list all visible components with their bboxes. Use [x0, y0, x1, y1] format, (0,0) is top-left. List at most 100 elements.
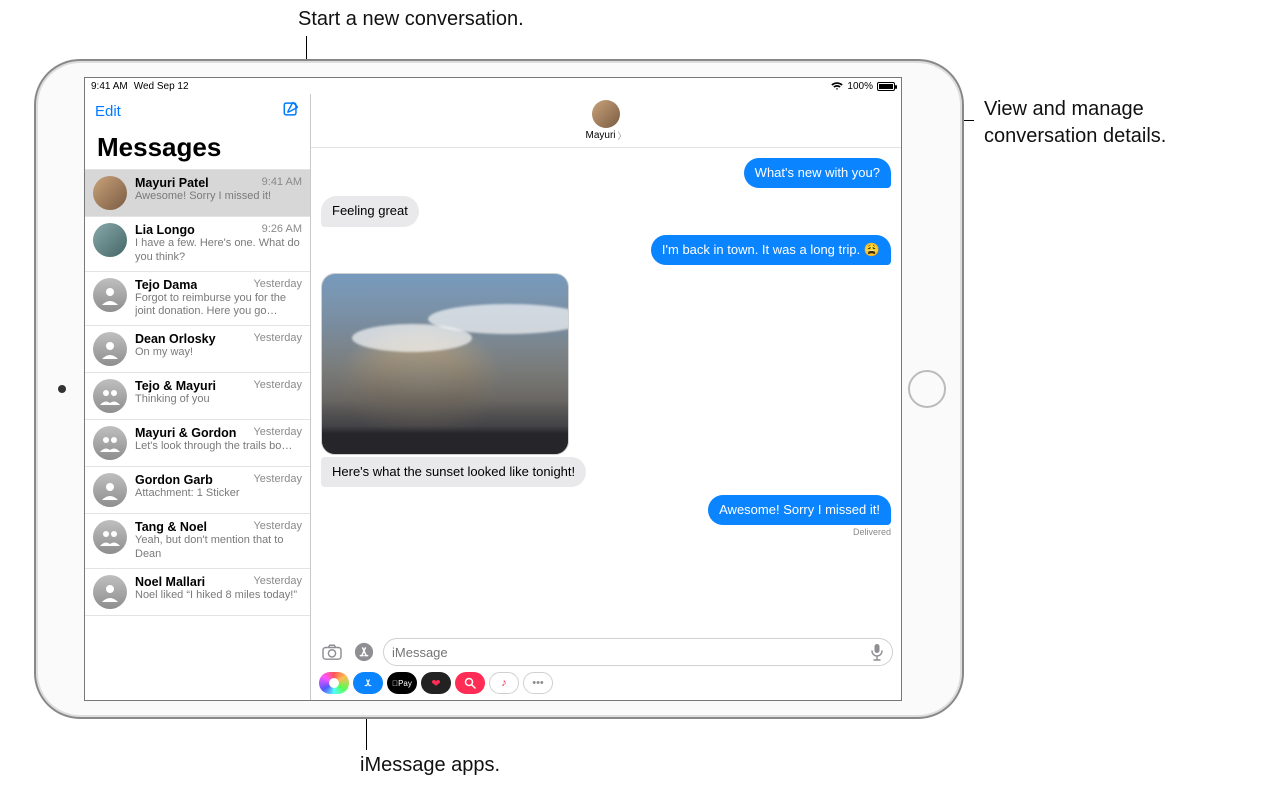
dictation-button[interactable] [870, 643, 884, 661]
message-outgoing[interactable]: I'm back in town. It was a long trip. 😩 [651, 235, 891, 265]
status-time: 9:41 AM [91, 81, 128, 92]
conversation-preview: Yeah, but don't mention that to Dean [135, 534, 302, 562]
conversation-name: Mayuri Patel [135, 176, 209, 190]
search-icon [464, 677, 476, 689]
conversation-item-text: Tang & Noel YesterdayYeah, but don't ment… [135, 520, 302, 562]
conversation-preview: Awesome! Sorry I missed it! [135, 190, 302, 204]
ipad-frame: 9:41 AM Wed Sep 12 100% Edit [34, 59, 964, 719]
conversation-preview: On my way! [135, 346, 302, 360]
avatar [93, 379, 127, 413]
avatar [93, 278, 127, 312]
avatar [592, 100, 620, 128]
conversation-item[interactable]: Noel MallariYesterdayNoel liked “I hiked… [85, 569, 310, 616]
camera-icon [321, 643, 343, 661]
avatar [93, 575, 127, 609]
camera-button[interactable] [319, 639, 345, 665]
conversation-item[interactable]: Tejo & MayuriYesterdayThinking of you [85, 373, 310, 420]
app-images[interactable] [455, 672, 485, 694]
more-icon: ••• [532, 677, 544, 689]
conversation-item[interactable]: Tang & Noel YesterdayYeah, but don't ment… [85, 514, 310, 569]
music-icon: ♪ [501, 677, 507, 689]
message-bubble: Awesome! Sorry I missed it! [708, 495, 891, 525]
ipad-camera [58, 385, 66, 393]
conversation-name: Lia Longo [135, 223, 195, 237]
conversation-item-text: Lia Longo 9:26 AMI have a few. Here's one… [135, 223, 302, 265]
compose-button[interactable] [282, 100, 300, 122]
avatar [93, 176, 127, 210]
conversation-time: Yesterday [253, 332, 302, 346]
conversation-time: Yesterday [253, 575, 302, 589]
conversation-item[interactable]: Mayuri Patel 9:41 AMAwesome! Sorry I miss… [85, 170, 310, 217]
message-incoming[interactable]: Feeling great [321, 196, 419, 226]
photo-attachment[interactable] [321, 273, 569, 455]
app-digital-touch[interactable]: ❤ [421, 672, 451, 694]
battery-icon [877, 82, 895, 91]
sidebar: Edit Messages Mayuri Patel 9:41 AMAwesome… [85, 94, 311, 700]
delivered-status: Delivered [708, 527, 891, 537]
conversation-item-text: Mayuri Patel 9:41 AMAwesome! Sorry I miss… [135, 176, 302, 204]
app-photos[interactable] [319, 672, 349, 694]
conversation-item[interactable]: Lia Longo 9:26 AMI have a few. Here's one… [85, 217, 310, 272]
conversation-preview: Attachment: 1 Sticker [135, 487, 302, 501]
microphone-icon [870, 643, 884, 661]
heart-icon: ❤ [431, 677, 440, 690]
conversation-name: Tejo & Mayuri [135, 379, 216, 393]
message-input[interactable] [392, 645, 870, 660]
conversation-time: Yesterday [253, 426, 302, 440]
conversation-list[interactable]: Mayuri Patel 9:41 AMAwesome! Sorry I miss… [85, 169, 310, 700]
conversation-item[interactable]: Dean Orlosky YesterdayOn my way! [85, 326, 310, 373]
conversation-name: Mayuri & Gordon [135, 426, 236, 440]
conversation-preview: Forgot to reimburse you for the joint do… [135, 292, 302, 320]
conversation-item-text: Dean Orlosky YesterdayOn my way! [135, 332, 302, 360]
edit-button[interactable]: Edit [95, 103, 121, 120]
conversation-time: 9:26 AM [262, 223, 302, 237]
conversation-preview: Let's look through the trails bo… [135, 440, 302, 454]
ipad-home-button[interactable] [908, 370, 946, 408]
message-input-wrap[interactable] [383, 638, 893, 666]
conversation-item[interactable]: Mayuri & Gordon YesterdayLet's look throu… [85, 420, 310, 467]
message-incoming-photo[interactable]: Here's what the sunset looked like tonig… [321, 273, 586, 487]
message-thread[interactable]: What's new with you? Feeling great I'm b… [311, 148, 901, 634]
conversation-name: Gordon Garb [135, 473, 213, 487]
status-date: Wed Sep 12 [134, 81, 189, 92]
callout-apps: iMessage apps. [360, 752, 500, 779]
conversation-time: 9:41 AM [262, 176, 302, 190]
conversation-header-name: Mayuri [585, 130, 615, 141]
conversation-preview: Noel liked “I hiked 8 miles today!” [135, 589, 302, 603]
app-more[interactable]: ••• [523, 672, 553, 694]
conversation-item[interactable]: Tejo DamaYesterdayForgot to reimburse yo… [85, 272, 310, 327]
conversation-item-text: Gordon Garb YesterdayAttachment: 1 Sticke… [135, 473, 302, 501]
app-music[interactable]: ♪ [489, 672, 519, 694]
avatar [93, 332, 127, 366]
status-bar: 9:41 AM Wed Sep 12 100% [85, 78, 901, 94]
sidebar-title: Messages [85, 124, 310, 169]
conversation-preview: I have a few. Here's one. What do you th… [135, 237, 302, 265]
avatar [93, 426, 127, 460]
wifi-icon [831, 81, 843, 91]
imessage-apps-row: Pay ❤ ♪ ••• [311, 670, 901, 700]
conversation-time: Yesterday [253, 520, 302, 534]
conversation-item-text: Noel MallariYesterdayNoel liked “I hiked… [135, 575, 302, 603]
message-outgoing[interactable]: Awesome! Sorry I missed it! Delivered [708, 495, 891, 537]
conversation-item-text: Tejo & MayuriYesterdayThinking of you [135, 379, 302, 407]
conversation-item-text: Tejo DamaYesterdayForgot to reimburse yo… [135, 278, 302, 320]
conversation-name: Tang & Noel [135, 520, 207, 534]
conversation-name: Dean Orlosky [135, 332, 216, 346]
photos-icon [329, 678, 339, 688]
conversation-item[interactable]: Gordon Garb YesterdayAttachment: 1 Sticke… [85, 467, 310, 514]
appstore-icon [354, 642, 374, 662]
message-bubble: What's new with you? [744, 158, 891, 188]
avatar [93, 520, 127, 554]
compose-row [311, 634, 901, 670]
message-outgoing[interactable]: What's new with you? [744, 158, 891, 188]
app-appstore[interactable] [353, 672, 383, 694]
message-bubble: I'm back in town. It was a long trip. 😩 [651, 235, 891, 265]
app-applepay[interactable]: Pay [387, 672, 417, 694]
message-bubble: Feeling great [321, 196, 419, 226]
conversation-header[interactable]: Mayuri 〉 [311, 94, 901, 148]
conversation-time: Yesterday [253, 473, 302, 487]
conversation-item-text: Mayuri & Gordon YesterdayLet's look throu… [135, 426, 302, 454]
app-drawer-button[interactable] [351, 639, 377, 665]
conversation-time: Yesterday [253, 278, 302, 292]
battery-percent: 100% [847, 81, 873, 92]
